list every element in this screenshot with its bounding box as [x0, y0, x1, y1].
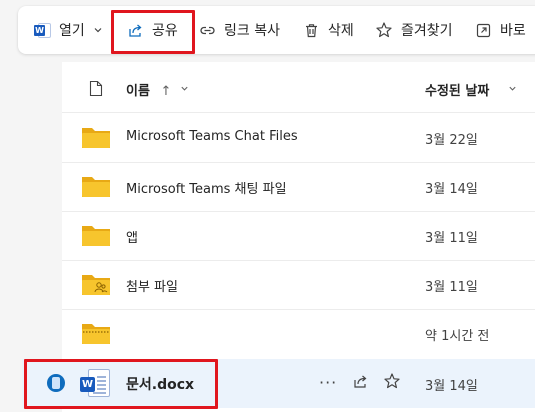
trash-icon	[306, 23, 317, 37]
share-highlight-box	[111, 10, 195, 54]
sort-ascending-icon: ↑	[160, 84, 172, 99]
more-options-icon[interactable]: ···	[319, 373, 337, 392]
modified-date: 3월 22일	[425, 133, 478, 148]
shared-folder-icon	[82, 275, 110, 295]
copy-link-button[interactable]: 링크 복사	[199, 6, 280, 54]
copy-link-label: 링크 복사	[224, 23, 280, 39]
link-icon	[200, 26, 215, 34]
name-column-label: 이름	[126, 84, 150, 99]
file-name[interactable]: Microsoft Teams Chat Files	[126, 129, 298, 144]
modified-column-header[interactable]: 수정된 날짜	[425, 80, 489, 99]
favorite-button[interactable]: 즐겨찾기	[375, 6, 453, 54]
open-label: 열기	[59, 23, 85, 39]
star-icon	[376, 22, 392, 38]
file-name[interactable]: Microsoft Teams 채팅 파일	[126, 178, 287, 197]
folder-icon	[82, 177, 110, 197]
folder-icon	[82, 128, 110, 148]
file-name[interactable]: 앱	[126, 227, 138, 246]
favorite-label: 즐겨찾기	[401, 23, 453, 39]
open-button[interactable]: W 열기	[34, 6, 103, 54]
row-favorite-icon[interactable]	[383, 372, 401, 390]
modified-date: 3월 14일	[425, 379, 478, 394]
file-type-header-icon	[89, 80, 103, 97]
folder-icon	[82, 226, 110, 246]
delete-button[interactable]: 삭제	[303, 6, 354, 54]
zip-folder-icon	[82, 324, 110, 344]
shortcut-button[interactable]: 바로	[475, 6, 526, 54]
name-column-header[interactable]: 이름 ↑	[126, 80, 171, 99]
shortcut-label: 바로	[500, 23, 526, 39]
modified-date: 3월 11일	[425, 280, 478, 295]
open-in-icon	[476, 23, 491, 37]
modified-column-chevron-icon[interactable]	[508, 84, 517, 93]
modified-date: 약 1시간 전	[425, 329, 490, 344]
file-highlight-box	[24, 359, 218, 409]
modified-date: 3월 14일	[425, 182, 478, 197]
modified-column-label: 수정된 날짜	[425, 84, 490, 99]
name-column-chevron-icon[interactable]	[180, 84, 189, 93]
row-share-icon[interactable]	[352, 373, 369, 390]
delete-label: 삭제	[328, 23, 354, 39]
chevron-down-icon	[94, 28, 102, 33]
modified-date: 3월 11일	[425, 231, 478, 246]
word-icon: W	[34, 22, 51, 39]
file-name[interactable]: 첨부 파일	[126, 276, 178, 295]
